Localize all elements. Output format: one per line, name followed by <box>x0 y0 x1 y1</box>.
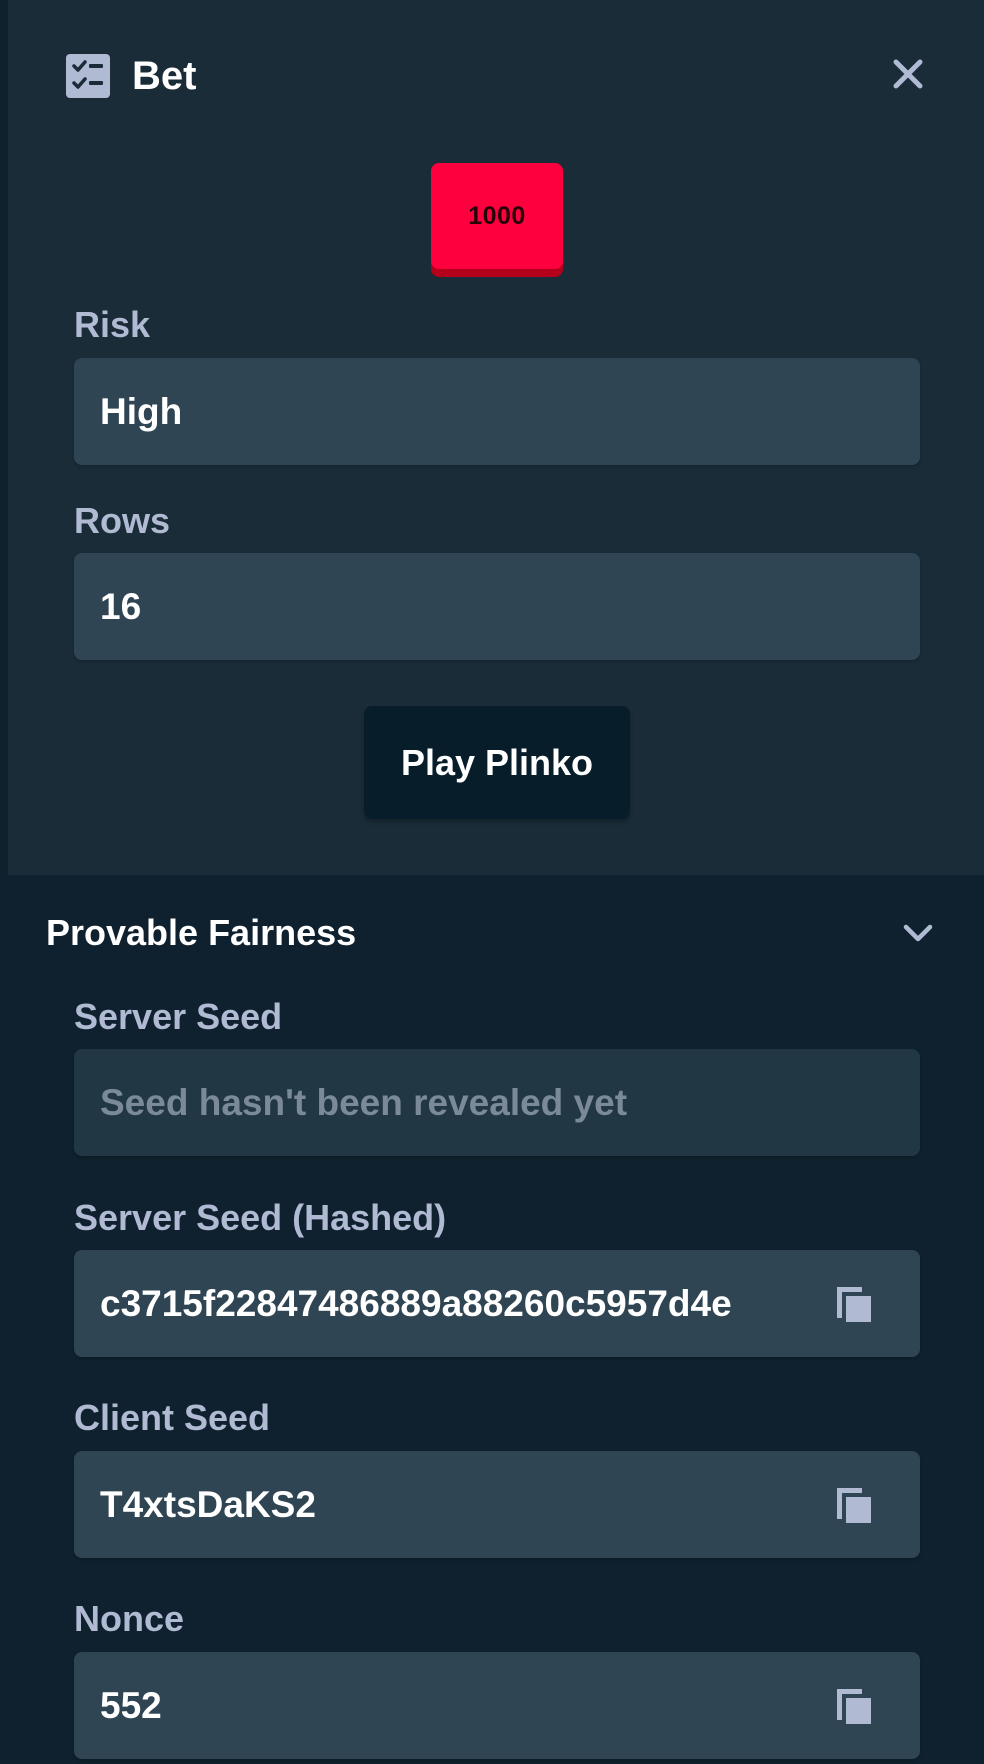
server-seed-hashed-field[interactable]: c3715f22847486889a88260c5957d4e <box>74 1250 920 1357</box>
bet-header: Bet <box>66 52 196 100</box>
risk-value: High <box>100 390 183 432</box>
left-edge <box>0 0 8 1764</box>
rows-value: 16 <box>100 585 142 627</box>
provable-fairness-title: Provable Fairness <box>46 912 357 953</box>
close-button[interactable] <box>888 54 928 94</box>
provable-fairness-toggle[interactable]: Provable Fairness <box>46 906 936 960</box>
server-seed-placeholder: Seed hasn't been revealed yet <box>100 1081 628 1123</box>
client-seed-value: T4xtsDaKS2 <box>100 1483 316 1525</box>
copy-server-seed-hashed-button[interactable] <box>834 1284 874 1324</box>
copy-icon <box>837 1287 871 1322</box>
copy-client-seed-button[interactable] <box>834 1485 874 1525</box>
bet-chip[interactable]: 1000 <box>431 163 563 277</box>
checklist-icon <box>66 54 110 98</box>
copy-nonce-button[interactable] <box>834 1686 874 1726</box>
bet-title: Bet <box>132 53 197 98</box>
copy-icon <box>837 1689 871 1724</box>
chip-value: 1000 <box>431 163 563 269</box>
risk-label: Risk <box>74 304 151 345</box>
client-seed-label: Client Seed <box>74 1397 271 1438</box>
rows-select[interactable]: 16 <box>74 553 920 660</box>
chevron-down-icon <box>903 924 933 942</box>
nonce-label: Nonce <box>74 1598 185 1639</box>
close-icon <box>893 59 923 89</box>
copy-icon <box>837 1488 871 1523</box>
nonce-value: 552 <box>100 1684 162 1726</box>
server-seed-hashed-value: c3715f22847486889a88260c5957d4e <box>100 1282 732 1324</box>
client-seed-field[interactable]: T4xtsDaKS2 <box>74 1451 920 1558</box>
server-seed-hashed-label: Server Seed (Hashed) <box>74 1197 447 1238</box>
play-plinko-button[interactable]: Play Plinko <box>364 706 630 819</box>
risk-select[interactable]: High <box>74 358 920 465</box>
rows-label: Rows <box>74 500 171 541</box>
server-seed-field[interactable]: Seed hasn't been revealed yet <box>74 1049 920 1156</box>
server-seed-label: Server Seed <box>74 996 283 1037</box>
nonce-field[interactable]: 552 <box>74 1652 920 1759</box>
